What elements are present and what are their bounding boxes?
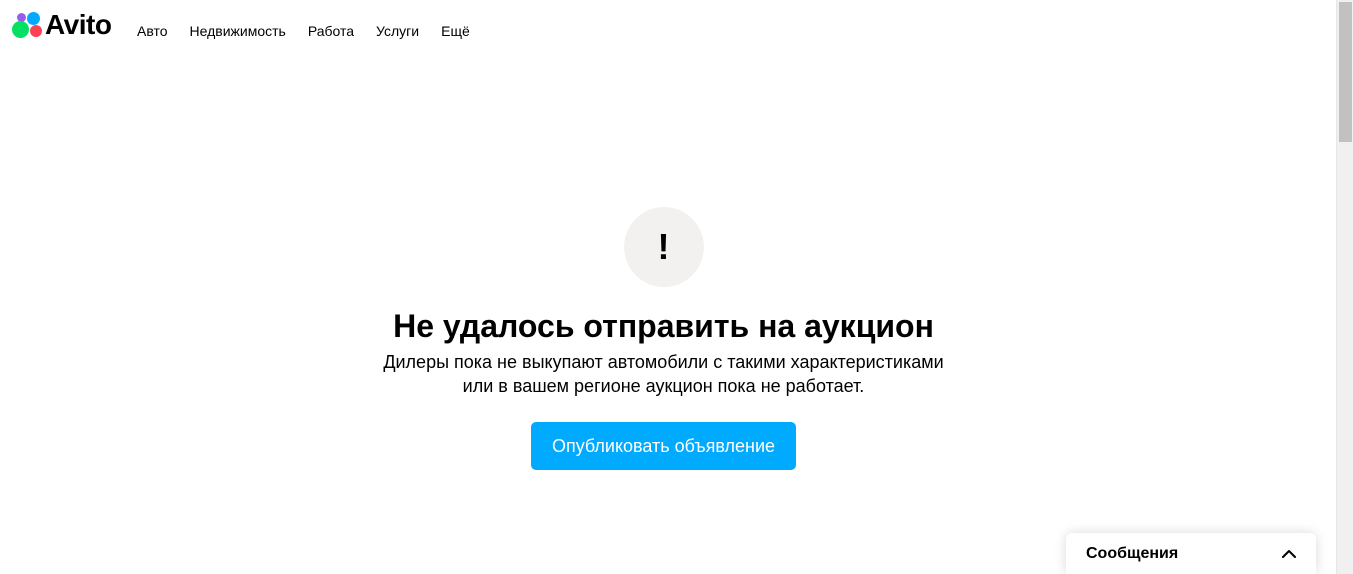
avito-logo[interactable]: Avito bbox=[12, 9, 112, 40]
logo-dot-blue bbox=[27, 12, 40, 25]
nav-item-jobs[interactable]: Работа bbox=[308, 22, 354, 40]
error-description: Дилеры пока не выкупают автомобили с так… bbox=[383, 352, 944, 396]
logo-dot-green bbox=[12, 21, 29, 38]
error-title: Не удалось отправить на аукцион bbox=[393, 308, 934, 344]
messenger-widget[interactable]: Сообщения bbox=[1066, 533, 1316, 574]
publish-ad-button[interactable]: Опубликовать объявление bbox=[530, 422, 797, 470]
scrollbar-thumb[interactable] bbox=[1339, 2, 1352, 142]
site-header: Avito Авто Недвижимость Работа Услуги Ещ… bbox=[0, 0, 1336, 60]
messenger-label: Сообщения bbox=[1086, 544, 1179, 562]
logo-text: Avito bbox=[45, 9, 112, 40]
exclamation-icon: ! bbox=[623, 207, 704, 287]
nav-item-more[interactable]: Ещё bbox=[441, 22, 470, 40]
nav-item-services[interactable]: Услуги bbox=[376, 22, 419, 40]
vertical-scrollbar[interactable] bbox=[1336, 0, 1353, 574]
chevron-up-icon[interactable] bbox=[1282, 547, 1296, 561]
logo-dot-red bbox=[30, 25, 42, 37]
nav-item-real-estate[interactable]: Недвижимость bbox=[190, 22, 286, 40]
logo-dots-icon bbox=[12, 10, 44, 40]
main-nav: Авто Недвижимость Работа Услуги Ещё bbox=[137, 22, 492, 40]
error-block: ! Не удалось отправить на аукцион Дилеры… bbox=[0, 207, 1327, 470]
page: Avito Авто Недвижимость Работа Услуги Ещ… bbox=[0, 0, 1353, 574]
nav-item-auto[interactable]: Авто bbox=[137, 22, 168, 40]
